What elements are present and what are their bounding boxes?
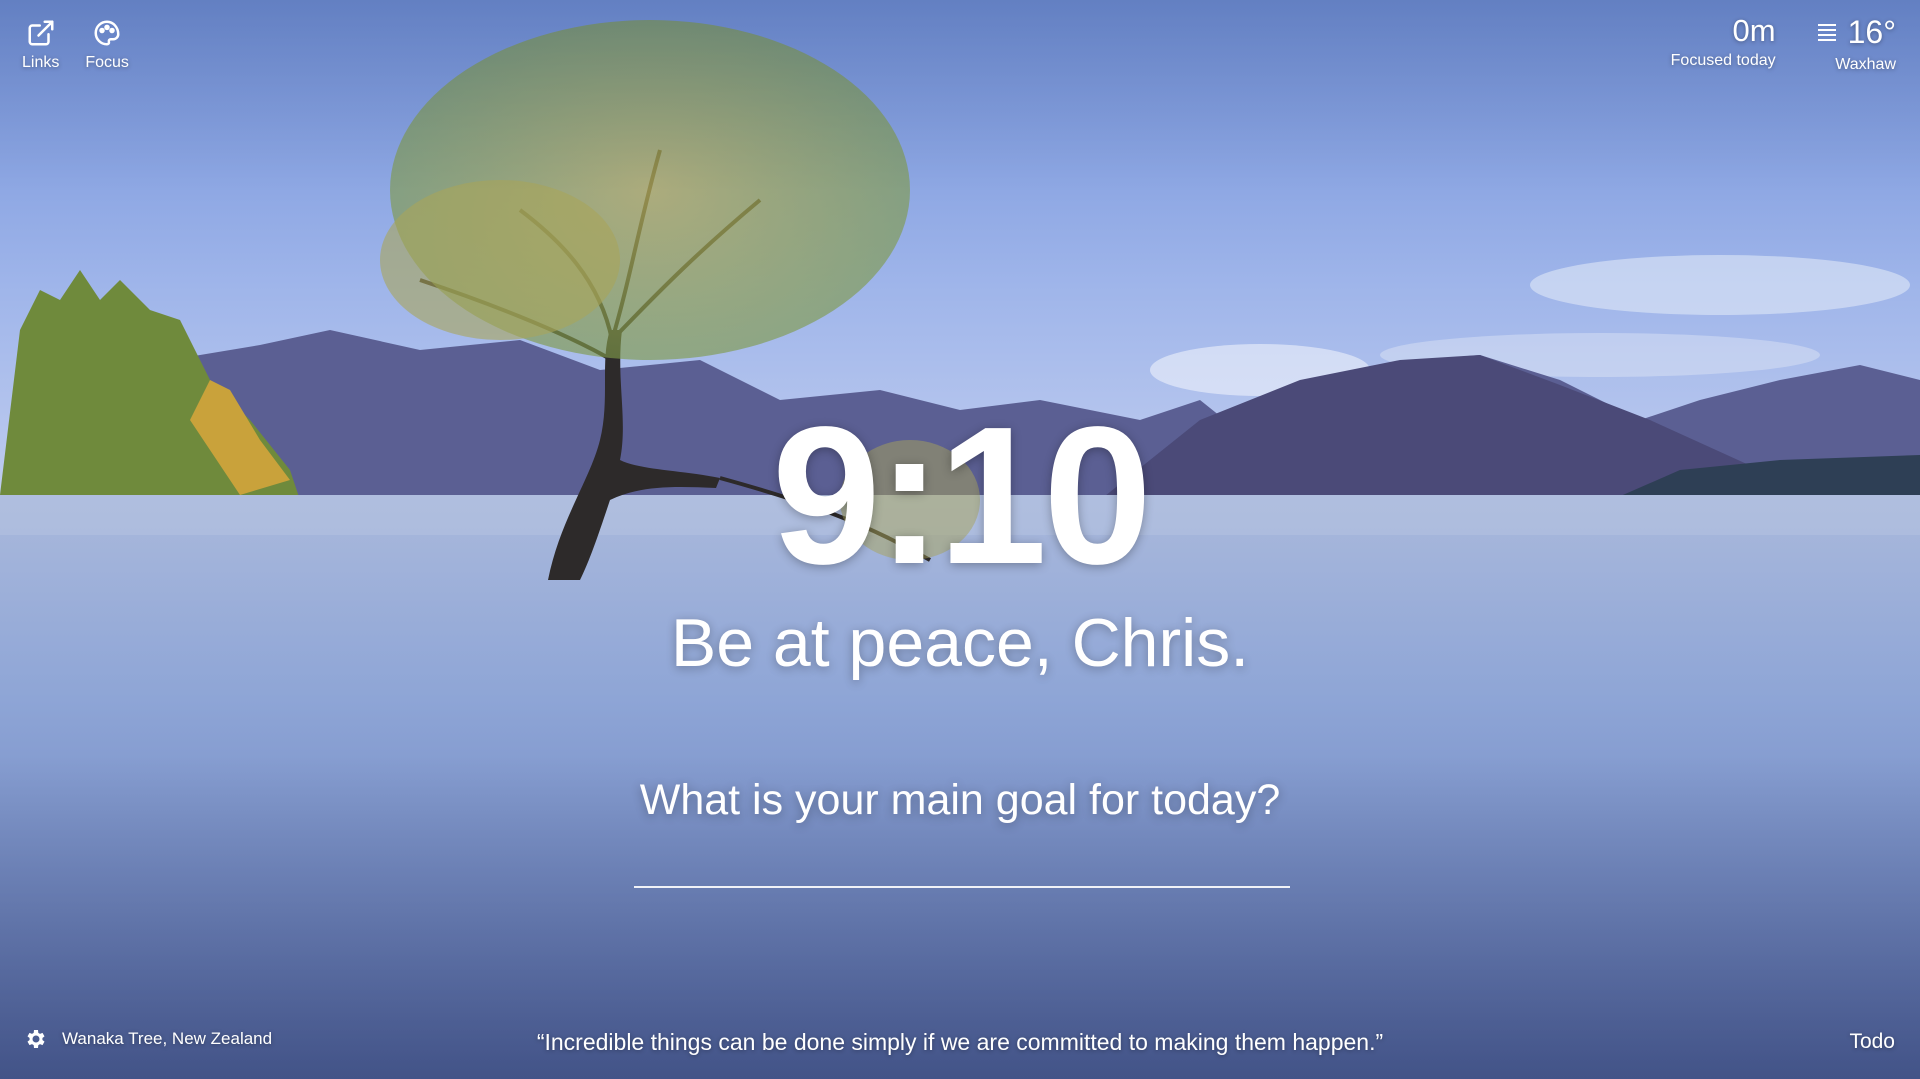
clock: 9:10	[771, 386, 1152, 605]
greeting: Be at peace, Chris.	[670, 605, 1250, 681]
weather-widget[interactable]: 16° Waxhaw	[1816, 14, 1896, 74]
main-goal-question: What is your main goal for today?	[639, 776, 1281, 824]
todo-button[interactable]: Todo	[1849, 1030, 1895, 1054]
focused-today-widget[interactable]: 0m Focused today	[1671, 14, 1776, 74]
focus-button[interactable]: Focus	[85, 18, 129, 72]
links-button[interactable]: Links	[22, 18, 59, 72]
external-link-icon	[28, 20, 54, 46]
links-label: Links	[22, 54, 60, 71]
focused-time-value: 0m	[1732, 13, 1776, 48]
temperature: 16°	[1847, 14, 1896, 50]
palette-icon	[94, 20, 120, 46]
top-left-nav: Links Focus	[22, 18, 129, 72]
fog-icon	[1817, 24, 1836, 41]
focus-label: Focus	[85, 54, 129, 71]
top-right-widgets: 0m Focused today 16° Waxhaw	[1671, 14, 1896, 74]
weather-location: Waxhaw	[1835, 56, 1896, 73]
main-goal-input[interactable]	[634, 840, 1290, 888]
focused-time-label: Focused today	[1670, 52, 1776, 69]
daily-quote: “Incredible things can be done simply if…	[536, 1029, 1384, 1055]
